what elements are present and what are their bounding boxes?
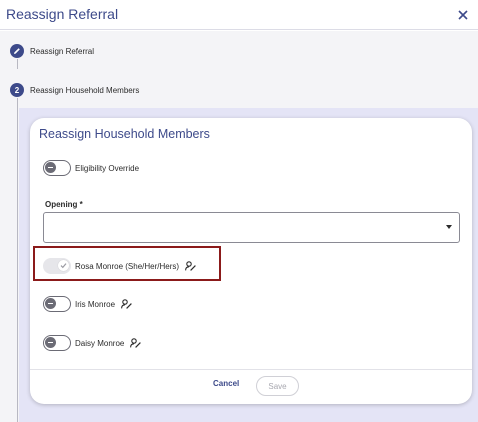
dialog-header: Reassign Referral [0, 0, 478, 30]
step-reassign-referral[interactable]: Reassign Referral [10, 44, 94, 58]
toggle-knob [58, 260, 69, 271]
eligibility-override-toggle[interactable] [43, 160, 71, 176]
step-label: Reassign Household Members [30, 85, 140, 95]
cancel-button[interactable]: Cancel [213, 379, 239, 388]
check-icon [60, 263, 67, 269]
pencil-icon [14, 48, 20, 54]
eligibility-override-row: Eligibility Override [43, 160, 139, 176]
step-number-indicator: 2 [10, 83, 24, 97]
eligibility-override-label: Eligibility Override [75, 163, 140, 173]
member-name: Daisy Monroe [75, 338, 125, 348]
member-name: Iris Monroe [75, 299, 116, 309]
card-footer-divider [30, 369, 472, 370]
step-connector [17, 98, 18, 422]
toggle-knob [45, 337, 56, 348]
member-row: Daisy Monroe [43, 335, 142, 351]
close-button[interactable] [454, 6, 472, 24]
person-edit-icon [130, 338, 142, 348]
step-reassign-household-members[interactable]: 2 Reassign Household Members [10, 83, 139, 97]
chevron-down-icon [446, 225, 452, 229]
household-members-card: Reassign Household Members Eligibility O… [30, 118, 472, 404]
close-icon [458, 10, 468, 20]
toggle-knob [45, 162, 56, 173]
member-row: Iris Monroe [43, 296, 133, 312]
member-name: Rosa Monroe (She/Her/Hers) [75, 261, 180, 271]
toggle-knob [45, 298, 56, 309]
member-row: Rosa Monroe (She/Her/Hers) [43, 258, 197, 274]
member-toggle-daisy[interactable] [43, 335, 71, 351]
person-edit-icon [121, 299, 132, 309]
step-edit-indicator [10, 44, 24, 58]
member-toggle-rosa[interactable] [43, 258, 71, 274]
person-edit-icon [185, 261, 196, 271]
opening-label: Opening * [45, 200, 83, 209]
dialog-title: Reassign Referral [6, 6, 119, 22]
opening-select[interactable] [43, 212, 460, 243]
step-connector [17, 59, 18, 69]
card-title: Reassign Household Members [39, 127, 210, 141]
member-toggle-iris[interactable] [43, 296, 71, 312]
save-button[interactable]: Save [256, 376, 299, 396]
step-label: Reassign Referral [30, 46, 95, 56]
